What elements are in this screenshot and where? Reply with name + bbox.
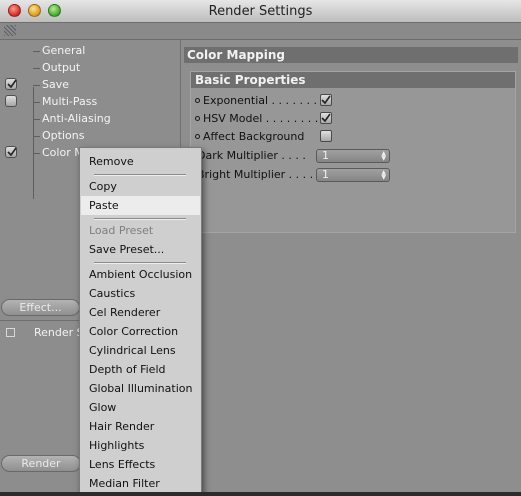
tree-item-label: Output bbox=[42, 61, 81, 74]
properties-pane: Color Mapping Basic Properties Exponenti… bbox=[181, 40, 521, 496]
tree-item-label: Options bbox=[42, 129, 85, 142]
render-settings-window: Render Settings General Output Save Mult… bbox=[0, 0, 521, 496]
menu-item-hair-render[interactable]: Hair Render bbox=[81, 417, 200, 436]
checkmark-icon bbox=[7, 147, 17, 157]
hsv-model-property: HSV Model . . . . . . . . bbox=[195, 111, 515, 128]
title-bar[interactable]: Render Settings bbox=[0, 0, 521, 23]
menu-separator bbox=[94, 174, 186, 176]
property-label: Bright Multiplier . . . . bbox=[197, 168, 314, 181]
property-label: Dark Multiplier . . . . bbox=[197, 149, 306, 162]
exponential-property: Exponential . . . . . . . bbox=[195, 93, 515, 110]
menu-item-color-correction[interactable]: Color Correction bbox=[81, 322, 200, 341]
exponential-checkbox[interactable] bbox=[320, 94, 332, 106]
menu-item-highlights[interactable]: Highlights bbox=[81, 436, 200, 455]
menu-item-ambient-occlusion[interactable]: Ambient Occlusion bbox=[81, 265, 200, 284]
section-title: Color Mapping bbox=[184, 47, 518, 63]
stepper-arrows-icon[interactable]: ▲ ▼ bbox=[381, 170, 386, 181]
render-setting-icon bbox=[6, 328, 15, 337]
checkmark-icon bbox=[321, 95, 331, 105]
menu-item-paste[interactable]: Paste bbox=[81, 196, 200, 215]
multi-pass-enable-checkbox[interactable] bbox=[5, 95, 17, 107]
save-enable-checkbox[interactable] bbox=[5, 78, 17, 90]
bright-multiplier-property: Bright Multiplier . . . . 1 ▲ ▼ bbox=[195, 167, 515, 184]
dark-multiplier-field[interactable]: 1 ▲ ▼ bbox=[316, 149, 390, 163]
tree-branch bbox=[33, 102, 40, 103]
menu-item-median-filter[interactable]: Median Filter bbox=[81, 474, 200, 493]
tree-item-general[interactable]: General bbox=[0, 43, 180, 60]
toolbar bbox=[0, 23, 521, 40]
tree-item-options[interactable]: Options bbox=[0, 128, 180, 145]
basic-properties-group: Basic Properties Exponential . . . . . .… bbox=[190, 71, 516, 233]
menu-item-depth-of-field[interactable]: Depth of Field bbox=[81, 360, 200, 379]
menu-item-remove[interactable]: Remove bbox=[81, 152, 200, 171]
menu-item-load-preset: Load Preset bbox=[89, 224, 154, 237]
group-title: Basic Properties bbox=[191, 72, 515, 88]
animate-dot-icon[interactable] bbox=[195, 134, 200, 139]
menu-item-caustics[interactable]: Caustics bbox=[81, 284, 200, 303]
field-value: 1 bbox=[322, 149, 329, 162]
tree-item-label: Color M bbox=[42, 146, 84, 159]
menu-item-cylindrical-lens[interactable]: Cylindrical Lens bbox=[81, 341, 200, 360]
hsv-model-checkbox[interactable] bbox=[320, 112, 332, 124]
affect-background-property: Affect Background bbox=[195, 129, 515, 146]
tree-item-label: General bbox=[42, 44, 86, 57]
tree-item-label: Save bbox=[42, 78, 70, 91]
checkmark-icon bbox=[321, 113, 331, 123]
menu-item-save-preset[interactable]: Save Preset... bbox=[81, 240, 200, 259]
tree-item-output[interactable]: Output bbox=[0, 60, 180, 77]
property-label: Exponential . . . . . . . bbox=[203, 94, 318, 107]
tree-branch bbox=[33, 153, 40, 154]
menu-separator bbox=[94, 262, 186, 264]
menu-item-copy[interactable]: Copy bbox=[81, 177, 200, 196]
menu-item-glow[interactable]: Glow bbox=[81, 398, 200, 417]
animate-dot-icon[interactable] bbox=[195, 98, 200, 103]
effect-context-menu: Remove Copy Paste Load Preset Save Prese… bbox=[79, 147, 202, 496]
tree-branch bbox=[33, 85, 40, 86]
dark-multiplier-property: Dark Multiplier . . . . 1 ▲ ▼ bbox=[195, 148, 515, 165]
tree-branch bbox=[33, 136, 40, 137]
tree-item-save[interactable]: Save bbox=[0, 77, 180, 94]
bright-multiplier-field[interactable]: 1 ▲ ▼ bbox=[316, 168, 390, 182]
tree-item-label: Multi-Pass bbox=[42, 95, 98, 108]
tree-item-label: Anti-Aliasing bbox=[42, 112, 111, 125]
property-label: Affect Background bbox=[203, 130, 305, 143]
grip-icon[interactable] bbox=[4, 25, 16, 36]
tree-branch bbox=[33, 119, 40, 120]
color-mapping-enable-checkbox[interactable] bbox=[5, 146, 17, 158]
menu-separator bbox=[94, 218, 186, 220]
tree-item-multi-pass[interactable]: Multi-Pass bbox=[0, 94, 180, 111]
render-button[interactable]: Render bbox=[1, 455, 81, 472]
window-title: Render Settings bbox=[208, 4, 313, 19]
tree-branch bbox=[33, 51, 40, 52]
menu-item-global-illumination[interactable]: Global Illumination bbox=[81, 379, 200, 398]
effect-button[interactable]: Effect... bbox=[1, 299, 80, 316]
window-bottom-edge bbox=[0, 492, 521, 496]
field-value: 1 bbox=[322, 168, 329, 181]
render-setting-label: Render S bbox=[34, 326, 84, 339]
property-label: HSV Model . . . . . . . . bbox=[203, 112, 319, 125]
affect-background-checkbox[interactable] bbox=[320, 130, 332, 142]
menu-item-lens-effects[interactable]: Lens Effects bbox=[81, 455, 200, 474]
checkmark-icon bbox=[7, 79, 17, 89]
menu-item-cel-renderer[interactable]: Cel Renderer bbox=[81, 303, 200, 322]
animate-dot-icon[interactable] bbox=[195, 116, 200, 121]
tree-branch bbox=[33, 68, 40, 69]
tree-item-anti-aliasing[interactable]: Anti-Aliasing bbox=[0, 111, 180, 128]
stepper-arrows-icon[interactable]: ▲ ▼ bbox=[381, 151, 386, 162]
